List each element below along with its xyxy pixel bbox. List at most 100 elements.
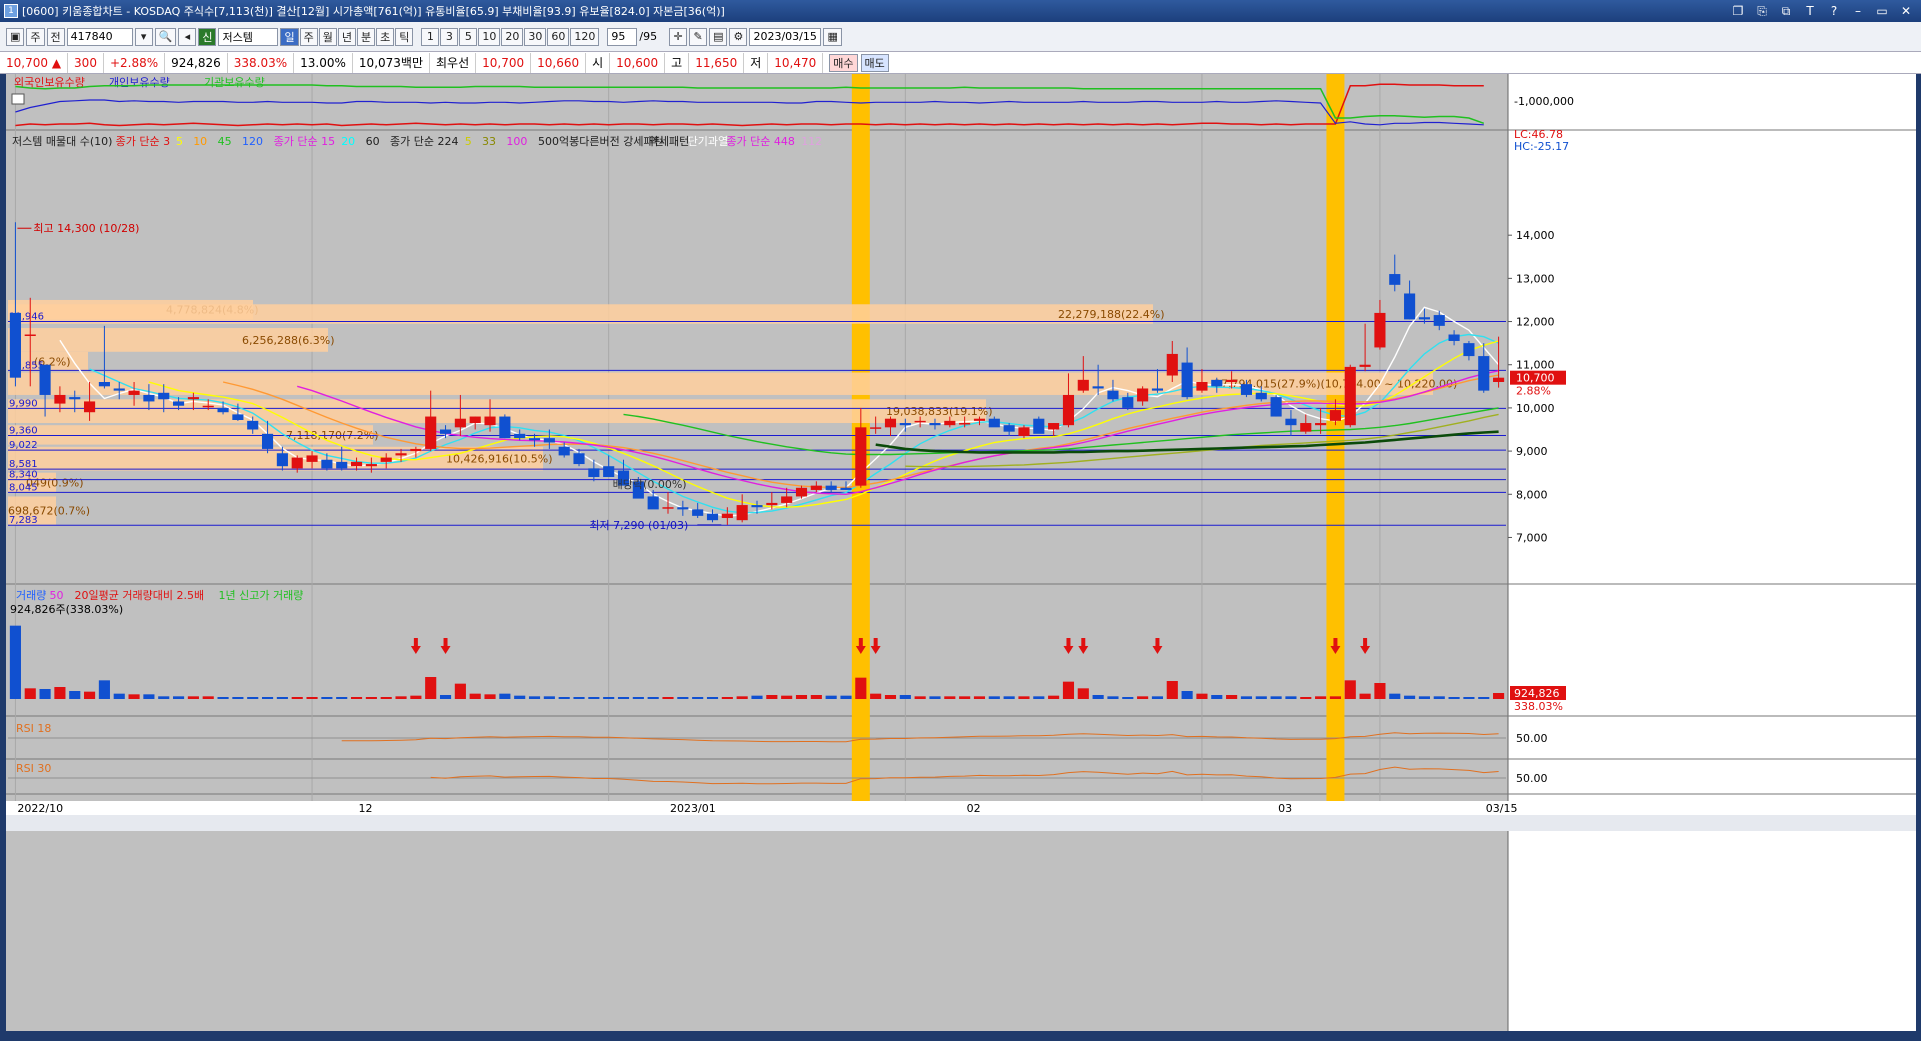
buy-button[interactable]: 매수 bbox=[829, 53, 858, 72]
crosshair-icon[interactable]: ✛ bbox=[669, 27, 688, 46]
volume-bar bbox=[692, 697, 704, 699]
volume-profile-band bbox=[8, 304, 1153, 324]
candle-body bbox=[173, 401, 185, 406]
candle-body bbox=[1122, 397, 1134, 408]
volume-bar bbox=[1315, 696, 1327, 699]
level-label: 8,045 bbox=[9, 482, 38, 493]
candle-body bbox=[677, 507, 689, 510]
candle-body bbox=[588, 468, 600, 477]
period-button[interactable]: 일 bbox=[280, 27, 299, 46]
period-button[interactable]: 주 bbox=[299, 27, 318, 46]
link-icon[interactable]: ⎘ bbox=[1755, 4, 1769, 19]
trade-amount: 10,073백만 bbox=[353, 52, 430, 73]
period-button[interactable]: 년 bbox=[337, 27, 356, 46]
period-button[interactable]: 초 bbox=[376, 27, 395, 46]
volume-bar bbox=[825, 695, 837, 699]
candle-body bbox=[365, 464, 377, 467]
volume-bar bbox=[69, 691, 81, 699]
volume-bar bbox=[1211, 695, 1223, 699]
interval-button[interactable]: 20 bbox=[501, 27, 524, 46]
interval-button[interactable]: 3 bbox=[440, 27, 459, 46]
volume-bar bbox=[1418, 696, 1430, 699]
interval-button[interactable]: 5 bbox=[459, 27, 478, 46]
volume-bar bbox=[247, 697, 259, 699]
chart-svg[interactable]: 외국인보유수량 개인보유수량 기관보유수량-1,000,000저스템 매물대 수(1… bbox=[6, 74, 1916, 1031]
volume-bar bbox=[1344, 680, 1356, 699]
volume-profile-band bbox=[8, 399, 986, 424]
low-price: 10,470 bbox=[768, 52, 824, 73]
stock-code-input[interactable]: 417840 bbox=[66, 27, 133, 46]
stock-name-field[interactable]: 저스템 bbox=[218, 27, 279, 46]
maximize-icon[interactable]: ▭ bbox=[1875, 4, 1889, 19]
interval-button[interactable]: 120 bbox=[570, 27, 600, 46]
rsi-axis-label: 50.00 bbox=[1516, 732, 1548, 745]
close-icon[interactable]: ✕ bbox=[1899, 4, 1913, 19]
interval-button[interactable]: 10 bbox=[478, 27, 501, 46]
volume-bar bbox=[1374, 683, 1386, 699]
calendar-icon[interactable]: ▦ bbox=[823, 27, 842, 46]
interval-button[interactable]: 30 bbox=[524, 27, 547, 46]
candle-body bbox=[276, 453, 288, 467]
pen-icon[interactable]: ✎ bbox=[689, 27, 708, 46]
candle-body bbox=[766, 502, 778, 506]
minimize-icon[interactable]: – bbox=[1851, 4, 1865, 19]
period-button[interactable]: 틱 bbox=[395, 27, 414, 46]
period-button[interactable]: 월 bbox=[318, 27, 337, 46]
sell-button[interactable]: 매도 bbox=[860, 53, 889, 72]
chart-type-icon[interactable]: ▣ bbox=[6, 27, 25, 46]
period-button[interactable]: 분 bbox=[356, 27, 376, 46]
candle-body bbox=[721, 513, 733, 519]
interval-button[interactable]: 1 bbox=[421, 27, 440, 46]
volume-bar bbox=[232, 697, 244, 699]
volume-bar bbox=[870, 693, 882, 699]
volume-legend-item: 50 bbox=[50, 589, 64, 602]
code-prefix-select[interactable]: 주 bbox=[26, 27, 45, 46]
market-select[interactable]: 전 bbox=[46, 27, 65, 46]
volume-current-label: 924,826주(338.03%) bbox=[10, 603, 123, 616]
settings-icon[interactable]: ⚙ bbox=[729, 27, 748, 46]
interval-button[interactable]: 60 bbox=[547, 27, 570, 46]
chart-area[interactable]: 외국인보유수량 개인보유수량 기관보유수량 -1,000,000 저스템 매물대 수(1… bbox=[6, 74, 1916, 1031]
indicator-legend-item: 5 bbox=[465, 135, 472, 148]
volume-pct: 338.03% bbox=[228, 52, 295, 73]
candle-body bbox=[1389, 274, 1401, 285]
save-icon[interactable]: ▤ bbox=[709, 27, 728, 46]
volume-bar bbox=[1166, 681, 1178, 699]
holding-legend-item: 기관보유수량 bbox=[204, 76, 265, 89]
candle-body bbox=[662, 507, 674, 509]
speaker-icon[interactable]: ◂ bbox=[178, 27, 197, 46]
rsi-label: RSI 18 bbox=[16, 722, 51, 735]
candle-body bbox=[1418, 317, 1430, 320]
dropdown-arrow-icon[interactable]: ▾ bbox=[134, 27, 153, 46]
tile-icon[interactable]: ⧉ bbox=[1779, 4, 1793, 19]
volume-bar bbox=[143, 694, 155, 699]
volume-bar bbox=[1137, 696, 1149, 699]
volume-bar bbox=[1018, 696, 1030, 699]
volume-bar bbox=[484, 694, 496, 699]
candle-body bbox=[736, 505, 748, 521]
indicator-legend-item: 500억봉다른버전 강세패턴 bbox=[538, 135, 664, 148]
indicator-legend-item: 단기과열 bbox=[688, 135, 728, 148]
volume-bar bbox=[350, 697, 363, 699]
candle-body bbox=[261, 433, 274, 449]
text-icon[interactable]: T bbox=[1803, 4, 1817, 19]
help-icon[interactable]: ? bbox=[1827, 4, 1841, 19]
date-input[interactable]: 2023/03/15 bbox=[749, 27, 822, 46]
candle-body bbox=[751, 505, 763, 508]
candle-body bbox=[1107, 390, 1119, 400]
volume-bar bbox=[647, 697, 659, 699]
volume-bar bbox=[1240, 696, 1253, 699]
volume-bar bbox=[261, 697, 274, 699]
y-tick-label: 13,000 bbox=[1516, 272, 1555, 285]
indicator-legend-item: 45 bbox=[218, 135, 232, 148]
volume-bar bbox=[439, 695, 452, 699]
candle-body bbox=[350, 461, 363, 467]
volume-bar bbox=[603, 697, 615, 699]
volume-axis-pct: 338.03% bbox=[1514, 700, 1563, 713]
restore-small-icon[interactable]: ❐ bbox=[1731, 4, 1745, 19]
search-icon[interactable]: 🔍 bbox=[154, 27, 177, 46]
volume-bar bbox=[721, 697, 733, 699]
candle-body bbox=[69, 397, 81, 400]
candle-body bbox=[143, 394, 155, 402]
count-input[interactable]: 95 bbox=[607, 27, 638, 46]
